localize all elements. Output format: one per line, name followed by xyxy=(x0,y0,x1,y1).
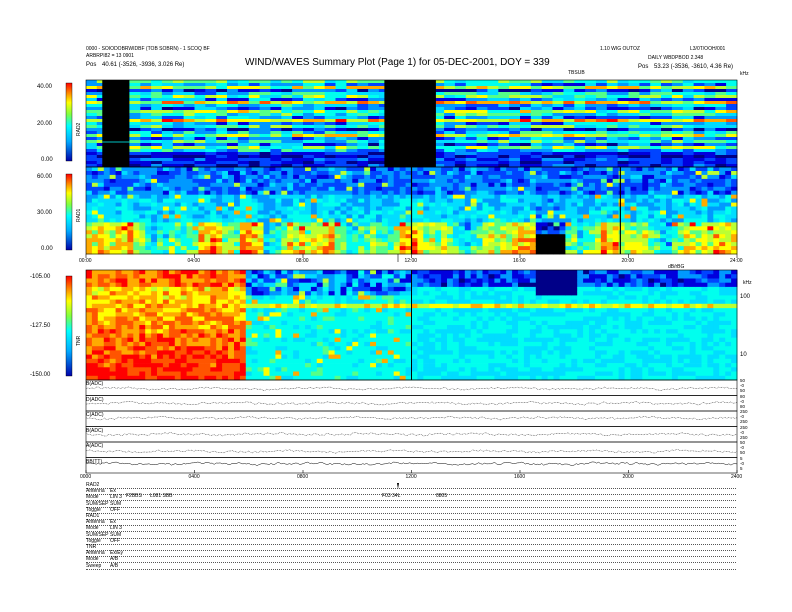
table-row-line-2 xyxy=(86,500,736,502)
rad1-colorbar xyxy=(65,173,73,251)
time-label-4: 16:00 xyxy=(513,258,526,264)
table-row-line-0 xyxy=(86,488,736,489)
table-row-line-3 xyxy=(86,506,736,508)
table-row-line-6 xyxy=(86,525,736,527)
tnr-tick-top: -105.00 xyxy=(30,274,51,280)
rad2-tick-top: 40.00 xyxy=(37,84,53,90)
time-label-2: 08:00 xyxy=(296,258,309,264)
tnr-heatmap xyxy=(86,270,738,381)
line-panel-label-1: D(ADC) xyxy=(86,396,104,403)
line-panels xyxy=(85,379,738,474)
table-row-line-8 xyxy=(86,537,736,539)
line-panel-0-tick-2: 50 xyxy=(740,388,746,393)
bottom-time-label-3: 1200 xyxy=(405,474,417,480)
tnr-tick-mid: -127.50 xyxy=(30,323,51,329)
line-panel-2-tick-2: 250 xyxy=(740,419,748,424)
line-panel-label-3: B(ADC) xyxy=(86,427,104,434)
tnr-colorbar xyxy=(65,275,73,377)
rad1-axis-label: RAD1 xyxy=(76,208,82,222)
table-row-line-13 xyxy=(86,568,736,570)
rad2-colorbar xyxy=(65,82,73,162)
bottom-time-label-0: 0000 xyxy=(80,474,92,480)
bottom-time-label-5: 2000 xyxy=(622,474,634,480)
time-label-3: 12:00 xyxy=(404,258,418,264)
time-label-1: 04:00 xyxy=(187,258,201,264)
table-note-1: F2BBS xyxy=(126,493,142,499)
time-axis-unit: dB/rBG xyxy=(668,264,685,270)
table-row-line-11 xyxy=(86,556,736,558)
bottom-time-label-2: 0800 xyxy=(297,474,309,480)
line-panel-5-tick-2: 5 xyxy=(740,465,743,471)
table-row-line-1 xyxy=(86,494,736,496)
rad2-tick-mid: 20.00 xyxy=(37,121,53,127)
table-row-line-12 xyxy=(86,562,736,564)
table-note-3: F03 34L xyxy=(382,493,401,499)
line-panel-label-0: B(ADC) xyxy=(86,381,104,387)
table-row-line-9 xyxy=(86,543,736,545)
tnr-right-unit: kHz xyxy=(743,280,752,286)
time-label-5: 20:00 xyxy=(621,258,635,264)
bottom-time-ticks xyxy=(85,470,738,473)
summary-plot xyxy=(65,79,738,489)
rad1-tick-mid: 30.00 xyxy=(37,210,53,216)
table-row-line-10 xyxy=(86,550,736,551)
table-note-2: L081 SBB xyxy=(150,493,173,499)
table-note-4: 0805 xyxy=(436,493,448,499)
bottom-time-label-4: 1600 xyxy=(514,474,526,480)
time-label-0: 00:00 xyxy=(79,258,92,264)
line-panel-label-2: C(ADC) xyxy=(86,412,104,418)
table-row-line-4 xyxy=(86,512,736,514)
tnr-right-tick-10: 10 xyxy=(740,352,747,358)
line-panel-label-4: A(ADC) xyxy=(86,443,104,449)
tnr-right-tick-100: 100 xyxy=(740,294,751,300)
rad1-tick-top: 60.00 xyxy=(37,174,53,180)
tnr-tick-bot: -150.00 xyxy=(30,372,51,378)
rad1-heatmap xyxy=(86,167,738,255)
rad1-tick-bot: 0.00 xyxy=(41,246,53,252)
rad2-heatmap xyxy=(86,80,738,168)
line-panel-4-tick-2: 50 xyxy=(740,450,746,455)
rad2-tick-bot: 0.00 xyxy=(41,157,53,163)
line-panel-label-5: BB(TT) xyxy=(86,458,103,465)
table-row-line-5 xyxy=(86,519,736,520)
rad2-axis-label: RAD2 xyxy=(76,122,82,136)
table-row-line-7 xyxy=(86,531,736,533)
bottom-time-label-1: 0400 xyxy=(188,474,200,480)
bottom-time-label-6: 2400 xyxy=(731,474,743,480)
tnr-axis-label: TNR xyxy=(76,335,82,346)
time-label-6: 24:00 xyxy=(730,258,743,264)
